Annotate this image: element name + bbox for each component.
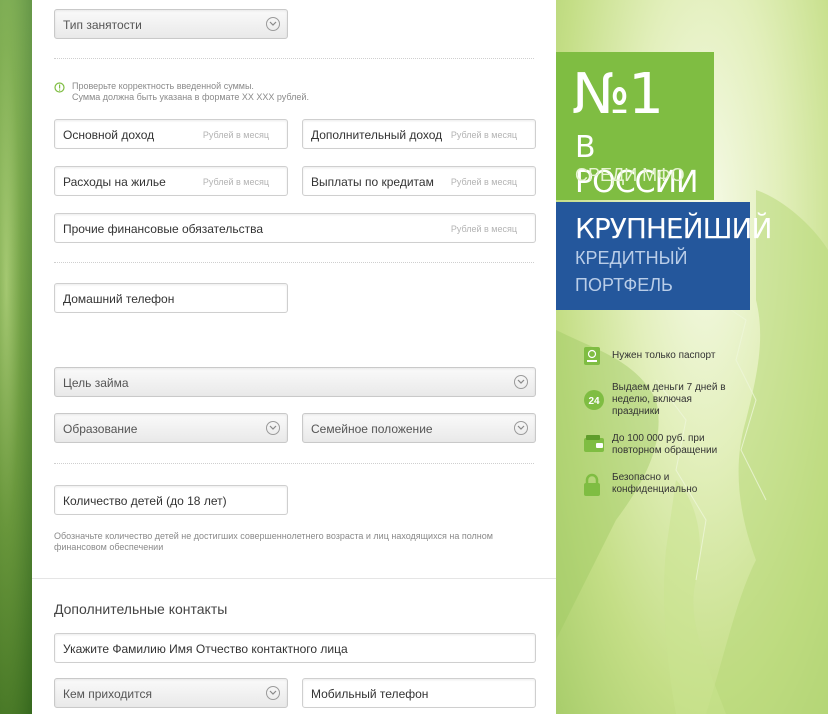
- children-note-line2: финансовом обеспечении: [54, 542, 164, 552]
- number-one-badge-shape: [556, 52, 716, 202]
- feature-passport-text: Нужен только паспорт: [612, 350, 716, 361]
- housing-expense-label: Расходы на жилье: [63, 175, 166, 189]
- largest-portfolio-badge: КРУПНЕЙШИЙ КРЕДИТНЫЙ ПОРТФЕЛЬ: [556, 202, 772, 310]
- other-obligations-input[interactable]: Прочие финансовые обязательства Рублей в…: [54, 213, 536, 243]
- marital-status-label: Семейное положение: [311, 422, 433, 436]
- home-phone-input[interactable]: Домашний телефон: [54, 283, 288, 313]
- credit-payments-hint: Рублей в месяц: [450, 177, 517, 187]
- main-income-label: Основной доход: [63, 128, 155, 142]
- housing-expense-hint: Рублей в месяц: [202, 177, 269, 187]
- info-icon: [54, 82, 65, 93]
- chevron-down-icon: [266, 421, 280, 435]
- home-phone-label: Домашний телефон: [63, 292, 175, 306]
- credit-payments-label: Выплаты по кредитам: [311, 175, 434, 189]
- chevron-down-icon: [266, 17, 280, 31]
- loan-purpose-select[interactable]: Цель займа: [54, 367, 536, 397]
- relation-label: Кем приходится: [63, 687, 152, 701]
- loan-purpose-label: Цель займа: [63, 376, 129, 390]
- section-separator: [32, 578, 556, 579]
- portfolio-text-line1: КРЕДИТНЫЙ: [575, 248, 688, 268]
- sum-check-note-line2: Сумма должна быть указана в формате XX X…: [72, 92, 309, 102]
- wallet-icon: [584, 435, 604, 452]
- other-obligations-label: Прочие финансовые обязательства: [63, 222, 263, 236]
- extra-income-input[interactable]: Дополнительный доход Рублей в месяц: [302, 119, 536, 149]
- feature-secure-line2: конфиденциально: [612, 484, 698, 495]
- feature-100k: До 100 000 руб. при повторном обращении: [612, 433, 717, 457]
- children-count-label: Количество детей (до 18 лет): [63, 494, 227, 508]
- relation-select[interactable]: Кем приходится: [54, 678, 288, 708]
- feature-100k-line1: До 100 000 руб. при: [612, 433, 705, 444]
- mobile-phone-input[interactable]: Мобильный телефон: [302, 678, 536, 708]
- passport-icon: [584, 347, 600, 365]
- extra-contacts-title: Дополнительные контакты: [54, 601, 228, 617]
- marital-status-select[interactable]: Семейное положение: [302, 413, 536, 443]
- divider: [54, 463, 534, 464]
- extra-income-label: Дополнительный доход: [311, 128, 443, 142]
- feature-passport: Нужен только паспорт: [612, 350, 715, 362]
- sum-check-note: Проверьте корректность введенной суммы. …: [72, 81, 309, 103]
- portfolio-text-line2: ПОРТФЕЛЬ: [575, 275, 673, 295]
- other-obligations-hint: Рублей в месяц: [450, 224, 517, 234]
- feature-100k-line2: повторном обращении: [612, 445, 718, 456]
- divider: [54, 58, 534, 59]
- 24-hours-icon: 24: [584, 390, 604, 410]
- chevron-down-icon: [514, 375, 528, 389]
- main-income-input[interactable]: Основной доход Рублей в месяц: [54, 119, 288, 149]
- feature-7-days-line1: Выдаем деньги 7 дней в: [612, 382, 726, 393]
- education-select[interactable]: Образование: [54, 413, 288, 443]
- feature-secure: Безопасно и конфиденциально: [612, 472, 697, 496]
- children-count-input[interactable]: Количество детей (до 18 лет): [54, 485, 288, 515]
- mobile-phone-label: Мобильный телефон: [311, 687, 429, 701]
- employment-type-label: Тип занятости: [63, 18, 142, 32]
- employment-type-select[interactable]: Тип занятости: [54, 9, 288, 39]
- feature-secure-line1: Безопасно и: [612, 472, 670, 483]
- children-note: Обозначьте количество детей не достигших…: [54, 531, 493, 553]
- feature-7-days-line3: праздники: [612, 406, 660, 417]
- chevron-down-icon: [514, 421, 528, 435]
- extra-income-hint: Рублей в месяц: [450, 130, 517, 140]
- 24-hours-icon-text: 24: [588, 396, 600, 407]
- feature-7-days-line2: неделю, включая: [612, 394, 692, 405]
- contact-name-input[interactable]: Укажите Фамилию Имя Отчество контактного…: [54, 633, 536, 663]
- feature-7-days: Выдаем деньги 7 дней в неделю, включая п…: [612, 382, 726, 418]
- contact-name-label: Укажите Фамилию Имя Отчество контактного…: [63, 642, 348, 656]
- main-income-hint: Рублей в месяц: [202, 130, 269, 140]
- sum-check-note-line1: Проверьте корректность введенной суммы.: [72, 81, 254, 91]
- credit-payments-input[interactable]: Выплаты по кредитам Рублей в месяц: [302, 166, 536, 196]
- lock-icon: [584, 473, 600, 496]
- education-label: Образование: [63, 422, 138, 436]
- left-background: [0, 0, 32, 714]
- chevron-down-icon: [266, 686, 280, 700]
- divider: [54, 262, 534, 263]
- largest-text: КРУПНЕЙШИЙ: [575, 212, 772, 245]
- children-note-line1: Обозначьте количество детей не достигших…: [54, 531, 493, 541]
- housing-expense-input[interactable]: Расходы на жилье Рублей в месяц: [54, 166, 288, 196]
